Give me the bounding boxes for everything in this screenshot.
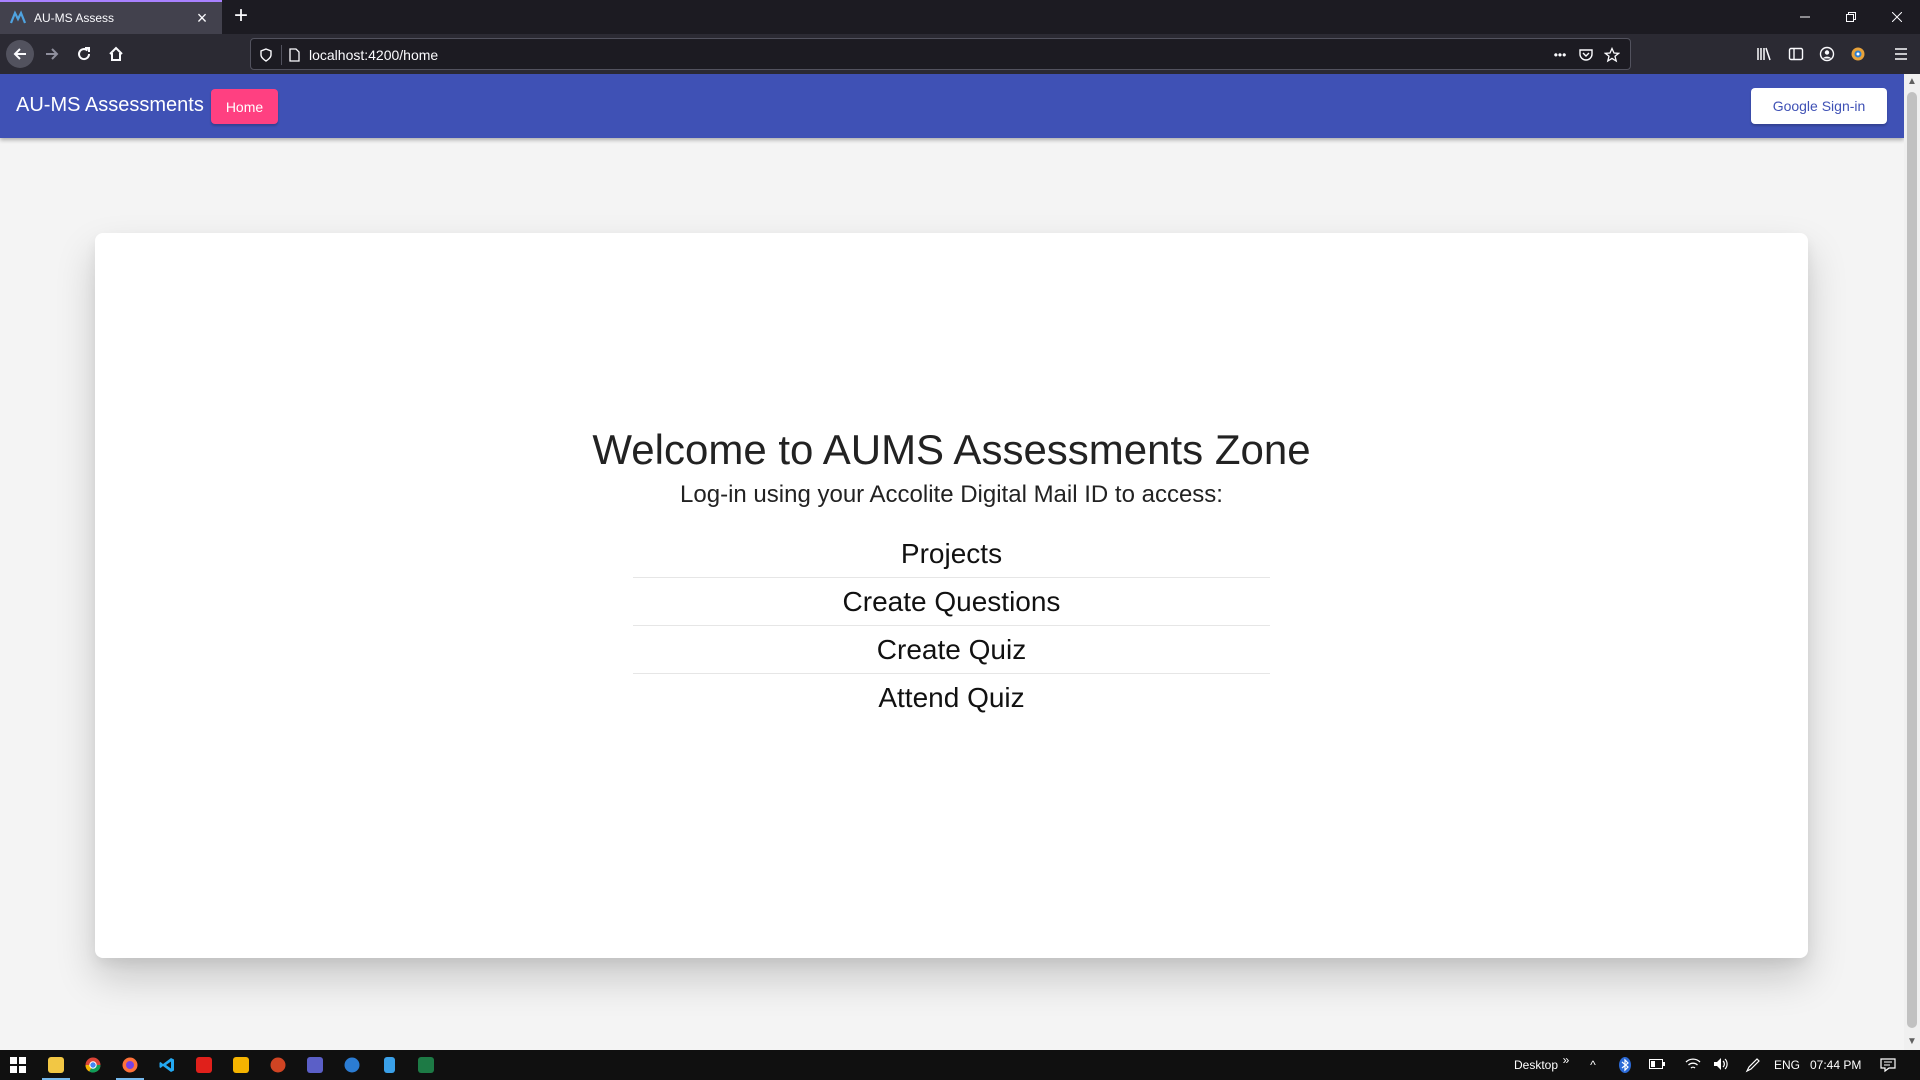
- teams-icon[interactable]: [297, 1050, 333, 1080]
- list-item-projects[interactable]: Projects: [633, 530, 1270, 578]
- window-close-icon[interactable]: [1874, 0, 1920, 34]
- list-item-attend-quiz[interactable]: Attend Quiz: [633, 674, 1270, 722]
- word-icon[interactable]: [334, 1050, 370, 1080]
- google-signin-button[interactable]: Google Sign-in: [1751, 88, 1887, 124]
- wifi-icon[interactable]: [1685, 1057, 1701, 1073]
- bluetooth-icon[interactable]: [1617, 1057, 1633, 1073]
- volume-icon[interactable]: [1713, 1057, 1729, 1073]
- scroll-up-arrow-icon[interactable]: ▲: [1904, 74, 1920, 90]
- browser-tab-bar: AU-MS Assess × +: [0, 0, 1920, 34]
- welcome-card: Welcome to AUMS Assessments Zone Log-in …: [95, 233, 1808, 958]
- url-text[interactable]: localhost:4200/home: [309, 47, 438, 63]
- browser-nav-bar: localhost:4200/home •••: [0, 34, 1920, 74]
- page-viewport: AU-MS Assessments Home Google Sign-in We…: [0, 74, 1904, 1050]
- firefox-icon[interactable]: [112, 1050, 148, 1080]
- url-bar[interactable]: localhost:4200/home •••: [250, 38, 1631, 70]
- welcome-heading: Welcome to AUMS Assessments Zone: [592, 426, 1311, 473]
- pen-workspace-icon[interactable]: [1745, 1057, 1761, 1073]
- app-favicon-icon: [10, 10, 26, 24]
- forward-arrow-icon[interactable]: [38, 40, 66, 68]
- reload-icon[interactable]: [70, 40, 98, 68]
- desktop-toolbar-label[interactable]: Desktop: [1514, 1058, 1558, 1072]
- powerpoint-icon[interactable]: [260, 1050, 296, 1080]
- page-info-icon[interactable]: [285, 46, 303, 64]
- clock-time[interactable]: 07:44 PM: [1810, 1058, 1861, 1072]
- scrollbar-thumb[interactable]: [1907, 92, 1917, 1028]
- window-minimize-icon[interactable]: [1782, 0, 1828, 34]
- library-icon[interactable]: [1753, 43, 1775, 65]
- extension-icon[interactable]: [1847, 43, 1869, 65]
- page-actions-ellipsis-icon[interactable]: •••: [1549, 46, 1571, 64]
- back-arrow-icon[interactable]: [6, 40, 34, 68]
- list-item-create-questions[interactable]: Create Questions: [633, 578, 1270, 626]
- scroll-down-arrow-icon[interactable]: ▼: [1904, 1034, 1920, 1050]
- app-toolbar: AU-MS Assessments Home Google Sign-in: [0, 74, 1904, 138]
- battery-icon[interactable]: [1649, 1057, 1665, 1073]
- chevron-double-right-icon[interactable]: »: [1558, 1052, 1574, 1068]
- home-button[interactable]: Home: [211, 89, 278, 124]
- windows-taskbar: Desktop » ^ ENG 07:44 PM: [0, 1050, 1920, 1080]
- list-item-create-quiz[interactable]: Create Quiz: [633, 626, 1270, 674]
- menu-hamburger-icon[interactable]: [1890, 43, 1912, 65]
- notepad-icon[interactable]: [371, 1050, 407, 1080]
- tab-close-icon[interactable]: ×: [192, 8, 212, 28]
- chevron-up-icon[interactable]: ^: [1585, 1057, 1601, 1073]
- feature-list: Projects Create Questions Create Quiz At…: [633, 530, 1270, 722]
- page-scrollbar[interactable]: ▲ ▼: [1904, 74, 1920, 1050]
- home-icon[interactable]: [102, 40, 130, 68]
- sidebar-icon[interactable]: [1785, 43, 1807, 65]
- file-explorer-icon[interactable]: [38, 1050, 74, 1080]
- folder-icon[interactable]: [223, 1050, 259, 1080]
- acrobat-icon[interactable]: [186, 1050, 222, 1080]
- pocket-icon[interactable]: [1577, 46, 1595, 64]
- window-restore-icon[interactable]: [1828, 0, 1874, 34]
- tracking-shield-icon[interactable]: [257, 46, 275, 64]
- tab-title: AU-MS Assess: [34, 11, 115, 25]
- notifications-icon[interactable]: [1880, 1057, 1896, 1073]
- bookmark-star-icon[interactable]: [1603, 46, 1621, 64]
- app-title: AU-MS Assessments: [16, 94, 204, 116]
- browser-tab-active[interactable]: AU-MS Assess ×: [0, 0, 222, 34]
- chrome-icon[interactable]: [75, 1050, 111, 1080]
- new-tab-plus-icon[interactable]: +: [228, 4, 254, 30]
- account-icon[interactable]: [1816, 43, 1838, 65]
- login-instruction: Log-in using your Accolite Digital Mail …: [680, 481, 1223, 508]
- vscode-icon[interactable]: [149, 1050, 185, 1080]
- language-indicator[interactable]: ENG: [1774, 1058, 1800, 1072]
- url-separator: [281, 45, 282, 65]
- excel-icon[interactable]: [408, 1050, 444, 1080]
- windows-start-icon[interactable]: [0, 1050, 36, 1080]
